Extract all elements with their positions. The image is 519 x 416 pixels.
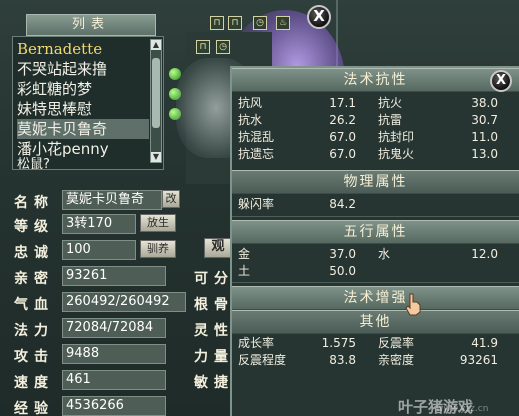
hp-label: 气血 (14, 297, 54, 313)
scroll-up-arrow-icon[interactable]: ▲ (151, 40, 161, 50)
list-title: 列表 (26, 14, 156, 36)
other-value: 83.8 (329, 353, 356, 367)
rename-button[interactable]: 改 (162, 190, 180, 208)
exp-label: 经验 (14, 401, 54, 416)
clock-icon[interactable]: ◷ (216, 40, 230, 54)
hp-field: 260492/260492 (62, 292, 186, 312)
speed-label: 速度 (14, 375, 54, 391)
lock-icon[interactable]: ⊓ (210, 16, 224, 30)
hand-cursor-icon (405, 293, 421, 316)
resist-value: 67.0 (329, 130, 356, 144)
resist-label: 抗火 (378, 96, 403, 110)
close-icon[interactable]: X (490, 70, 512, 92)
physical-title: 物理属性 (232, 170, 519, 194)
points-label: 可分 (194, 271, 234, 287)
element-label: 土 (238, 264, 251, 278)
list-scrollbar[interactable]: ▲ ▼ (150, 39, 162, 163)
resist-value: 30.7 (471, 113, 498, 127)
other-value: 41.9 (471, 336, 498, 350)
attack-field: 9488 (62, 344, 166, 364)
elements-title: 五行属性 (232, 220, 519, 244)
scroll-down-arrow-icon[interactable]: ▼ (151, 152, 161, 162)
resist-label: 抗混乱 (238, 130, 275, 144)
exp-field: 4536266 (62, 396, 166, 416)
resist-value: 17.1 (329, 96, 356, 110)
resist-label: 抗雷 (378, 113, 403, 127)
release-button[interactable]: 放生 (140, 214, 176, 232)
other-title: 其他 (232, 310, 519, 334)
element-label: 水 (378, 247, 391, 261)
dodge-label: 躲闪率 (238, 197, 275, 211)
list-item[interactable]: 松鼠? (17, 157, 149, 169)
level-field: 3转170 (62, 214, 136, 234)
element-value: 12.0 (471, 247, 498, 261)
resist-label: 抗风 (238, 96, 263, 110)
resistance-panel: 法术抗性 X 抗风 17.1 抗火 38.0 抗水 26.2 抗雷 30.7 抗… (230, 66, 519, 416)
scroll-thumb[interactable] (152, 58, 160, 128)
divider (232, 282, 519, 283)
element-value: 37.0 (329, 247, 356, 261)
other-value: 1.575 (321, 336, 356, 350)
dodge-value: 84.2 (329, 197, 356, 211)
agility-label: 敏捷 (194, 375, 234, 391)
mp-label: 法力 (14, 323, 54, 339)
speed-field: 461 (62, 370, 166, 390)
element-value: 50.0 (329, 264, 356, 278)
resist-label: 抗遗忘 (238, 147, 275, 161)
other-label: 成长率 (238, 336, 275, 350)
resist-label: 抗水 (238, 113, 263, 127)
spirit-label: 灵性 (194, 323, 234, 339)
clock-icon[interactable]: ◷ (253, 16, 267, 30)
list-item-selected[interactable]: 莫妮卡贝鲁奇 (17, 119, 149, 139)
list-item[interactable]: 妹特思棒慰 (17, 99, 149, 119)
list-item[interactable]: 不哭站起来撸 (17, 59, 149, 79)
element-label: 金 (238, 247, 251, 261)
name-label: 名称 (14, 195, 54, 211)
other-label: 亲密度 (378, 353, 415, 367)
pet-list: Bernadette 不哭站起来撸 彩虹糖的梦 妹特思棒慰 莫妮卡贝鲁奇 潘小花… (12, 36, 164, 170)
view-button[interactable]: 观 (204, 238, 232, 258)
mp-field: 72084/72084 (62, 318, 166, 338)
resist-label: 抗鬼火 (378, 147, 415, 161)
resistance-title: 法术抗性 (232, 68, 519, 92)
divider (232, 216, 519, 217)
list-item[interactable]: Bernadette (17, 39, 149, 59)
list-item[interactable]: 彩虹糖的梦 (17, 79, 149, 99)
loyalty-label: 忠诚 (14, 245, 54, 261)
attack-label: 攻击 (14, 349, 54, 365)
lock-icon[interactable]: ⊓ (196, 40, 210, 54)
resist-value: 11.0 (471, 130, 498, 144)
intimacy-field: 93261 (62, 266, 166, 286)
resist-label: 抗封印 (378, 130, 415, 144)
other-label: 反震率 (378, 336, 415, 350)
intimacy-label: 亲密 (14, 271, 54, 287)
list-item[interactable]: 潘小花penny (17, 139, 149, 159)
pet-window: ⊓ ⊓ ◷ ♨ X 列表 Bernadette 不哭站起来撸 彩虹糖的梦 妹特思… (0, 0, 519, 416)
watermark-url: www.yzz.cn (436, 404, 489, 414)
name-field[interactable]: 莫妮卡贝鲁奇 (62, 190, 162, 210)
close-button[interactable]: X (307, 5, 331, 29)
tame-button[interactable]: 驯养 (140, 240, 176, 258)
lock-icon[interactable]: ⊓ (228, 16, 242, 30)
other-value: 93261 (459, 353, 498, 367)
gift-icon[interactable]: ♨ (276, 16, 290, 30)
loyalty-field: 100 (62, 240, 136, 260)
other-label: 反震程度 (238, 353, 287, 367)
spell-boost-title[interactable]: 法术增强 (232, 286, 519, 310)
constitution-label: 根骨 (194, 297, 234, 313)
strength-label: 力量 (194, 349, 234, 365)
resist-value: 26.2 (329, 113, 356, 127)
level-label: 等级 (14, 219, 54, 235)
resist-value: 13.0 (471, 147, 498, 161)
resist-value: 67.0 (329, 147, 356, 161)
resist-value: 38.0 (471, 96, 498, 110)
